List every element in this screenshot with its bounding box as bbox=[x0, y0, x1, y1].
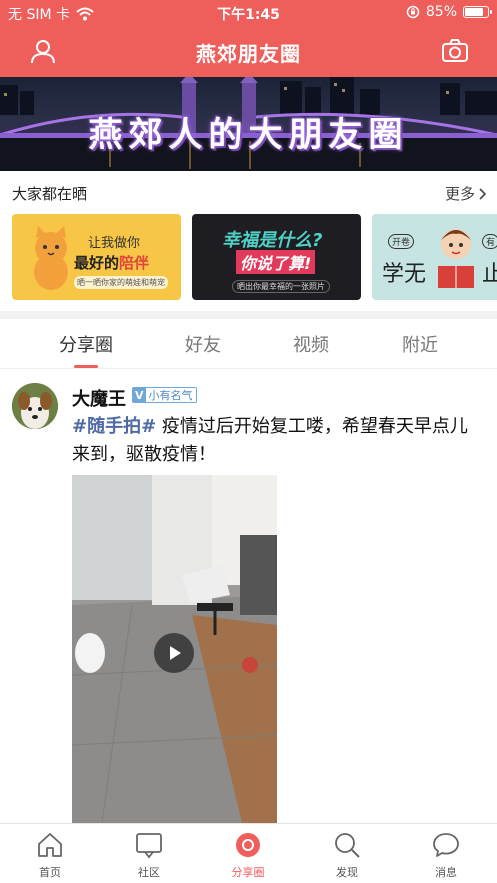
card3-tag1: 开卷 bbox=[388, 234, 415, 249]
orientation-lock-icon bbox=[406, 5, 420, 19]
tabbar-item-messages[interactable]: 消息 bbox=[416, 830, 476, 880]
section-header: 大家都在晒 更多 bbox=[0, 171, 497, 211]
tabbar-item-home[interactable]: 首页 bbox=[20, 830, 80, 880]
post-text: #随手拍# 疫情过后开始复工喽，希望春天早点儿来到，驱散疫情！ bbox=[72, 413, 484, 469]
topic-card-happiness[interactable]: 幸福是什么? 你说了算! 晒出你最幸福的一张照片 bbox=[192, 214, 361, 300]
active-tab-indicator bbox=[74, 365, 98, 368]
home-icon bbox=[38, 833, 62, 857]
message-icon bbox=[433, 833, 459, 857]
section-divider bbox=[0, 311, 497, 319]
reading-kid-illustration bbox=[438, 229, 474, 288]
tabbar-item-discover[interactable]: 发现 bbox=[317, 830, 377, 880]
section-title: 大家都在晒 bbox=[12, 185, 88, 203]
badge-v: V bbox=[133, 388, 146, 402]
battery-fill bbox=[465, 8, 483, 16]
app-screen: 无 SIM 卡 下午1:45 85% 燕郊朋友圈 燕郊人的大朋友圈 大家都在晒 … bbox=[0, 0, 497, 883]
card2-sub: 晒出你最幸福的一张照片 bbox=[232, 280, 330, 293]
tabbar-label-discover: 发现 bbox=[336, 866, 358, 879]
chevron-right-icon bbox=[479, 187, 487, 200]
banner-text: 燕郊人的大朋友圈 bbox=[88, 115, 409, 155]
tab-nearby[interactable]: 附近 bbox=[402, 331, 438, 357]
tabbar-label-share-circle: 分享圈 bbox=[231, 866, 265, 879]
camera-icon[interactable] bbox=[441, 38, 469, 64]
user-level-badge: V 小有名气 bbox=[132, 387, 197, 403]
card3-left: 学无 bbox=[382, 262, 427, 287]
tab-videos[interactable]: 视频 bbox=[293, 331, 329, 357]
tabbar-item-share-circle[interactable]: 分享圈 bbox=[218, 830, 278, 880]
tabbar-label-community: 社区 bbox=[138, 866, 160, 879]
banner[interactable]: 燕郊人的大朋友圈 bbox=[0, 77, 497, 171]
tab-share-circle[interactable]: 分享圈 bbox=[59, 331, 113, 357]
tabbar-label-messages: 消息 bbox=[435, 866, 457, 879]
topic-card-study[interactable]: 开卷 有 学无 止 bbox=[372, 214, 497, 300]
card1-sub: 晒一晒你家的萌娃和萌宠 bbox=[74, 276, 168, 289]
topic-card-pets[interactable]: 让我做你 最好的陪伴 晒一晒你家的萌娃和萌宠 bbox=[12, 214, 181, 300]
card3-tag2: 有 bbox=[482, 234, 497, 249]
feed-tabs: 分享圈 好友 视频 附近 bbox=[0, 319, 497, 369]
cat-illustration bbox=[34, 226, 68, 290]
card2-line1: 幸福是什么? bbox=[222, 230, 323, 251]
tabbar-label-home: 首页 bbox=[39, 866, 61, 879]
top-bar: 无 SIM 卡 下午1:45 85% 燕郊朋友圈 bbox=[0, 0, 497, 77]
play-button[interactable] bbox=[154, 633, 194, 673]
battery-percent: 85% bbox=[425, 4, 457, 20]
more-link[interactable]: 更多 bbox=[445, 183, 487, 204]
status-bar: 无 SIM 卡 下午1:45 85% bbox=[0, 0, 497, 26]
badge-label: 小有名气 bbox=[148, 389, 193, 402]
topic-cards: 让我做你 最好的陪伴 晒一晒你家的萌娃和萌宠 幸福是什么? 你说了算! 晒出你最… bbox=[12, 214, 497, 300]
avatar[interactable] bbox=[12, 383, 58, 429]
card1-line1: 让我做你 bbox=[88, 236, 141, 251]
post-hashtag[interactable]: #随手拍# bbox=[72, 416, 156, 437]
share-circle-icon bbox=[236, 833, 260, 857]
card1-line2: 最好的陪伴 bbox=[74, 252, 149, 273]
post-video[interactable] bbox=[72, 475, 277, 823]
status-right: 85% bbox=[406, 4, 492, 20]
page-title: 燕郊朋友圈 bbox=[196, 42, 301, 66]
tab-friends[interactable]: 好友 bbox=[185, 331, 221, 357]
post-username[interactable]: 大魔王 bbox=[72, 385, 126, 411]
feed-post: 大魔王 V 小有名气 #随手拍# 疫情过后开始复工喽，希望春天早点儿来到，驱散疫… bbox=[0, 369, 497, 823]
card1-highlight: 陪伴 bbox=[119, 254, 150, 272]
tabbar-item-community[interactable]: 社区 bbox=[119, 830, 179, 880]
community-icon bbox=[136, 833, 162, 859]
play-icon bbox=[170, 646, 181, 660]
dog-avatar-image bbox=[12, 383, 58, 429]
card2-line2: 你说了算! bbox=[236, 250, 316, 274]
discover-icon bbox=[335, 833, 360, 858]
card3-right: 止 bbox=[482, 262, 497, 287]
nav-bar: 燕郊朋友圈 bbox=[0, 26, 497, 77]
bottom-tab-bar: 首页 社区 分享圈 发现 消息 bbox=[0, 823, 497, 883]
card1-line2-text: 最好的 bbox=[74, 254, 120, 272]
more-label: 更多 bbox=[444, 185, 475, 203]
battery-icon bbox=[463, 6, 492, 18]
